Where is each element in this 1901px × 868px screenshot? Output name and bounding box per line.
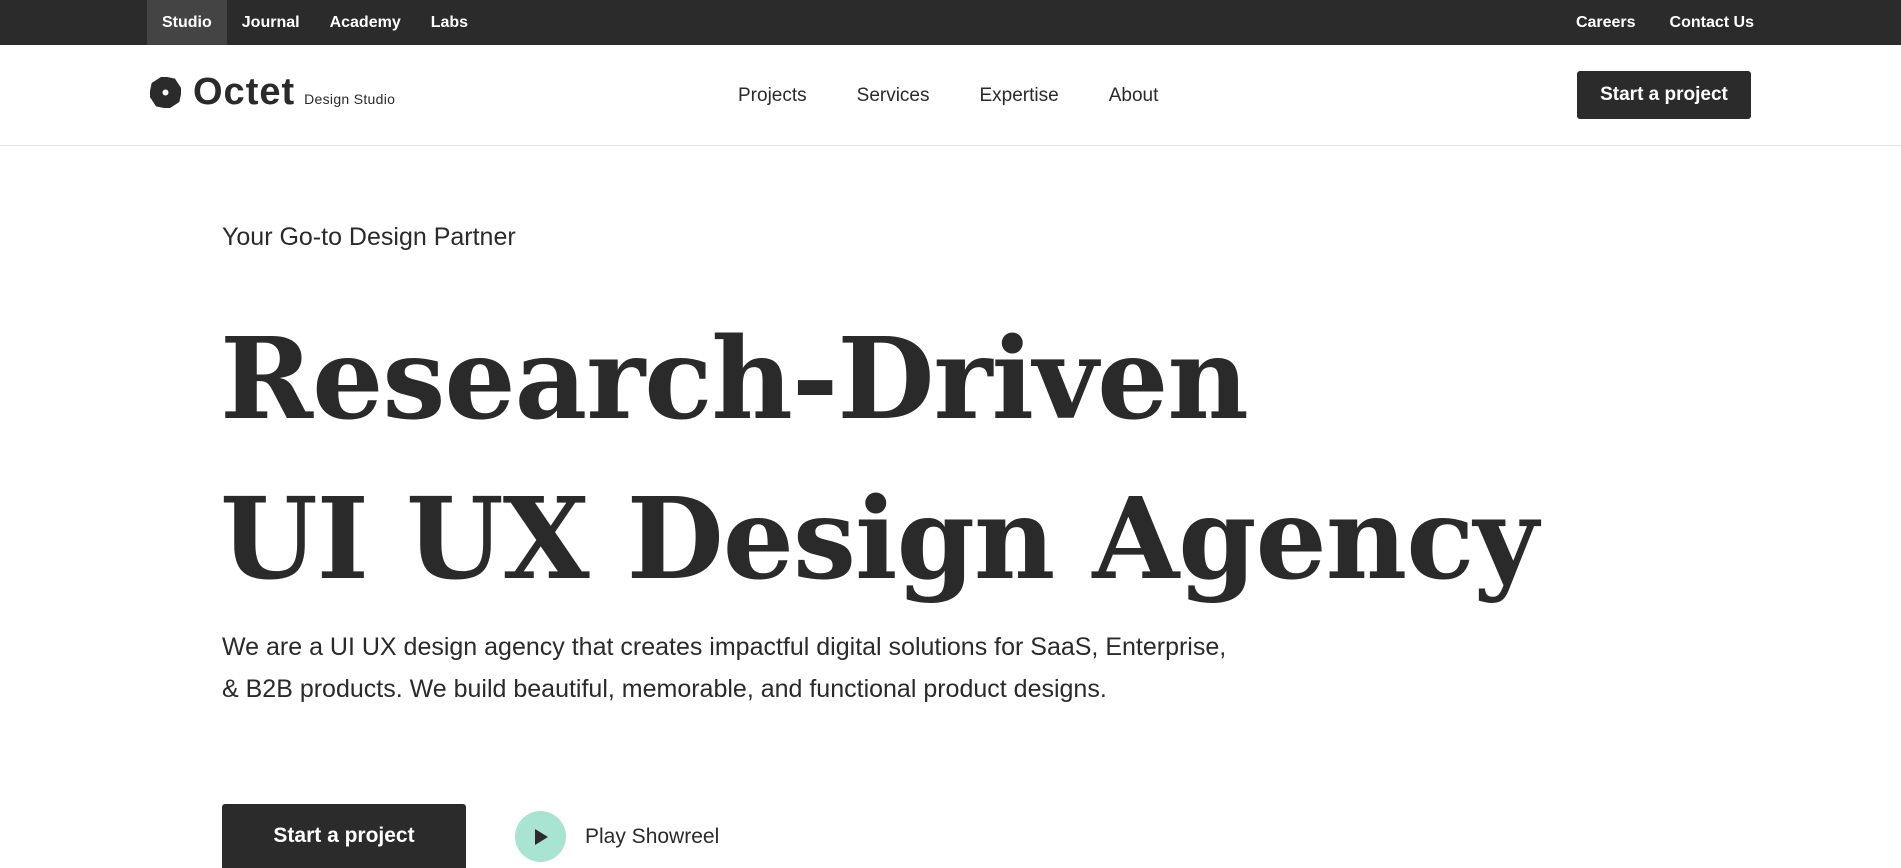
- play-showreel-label: Play Showreel: [585, 824, 720, 848]
- hero-headline-line-1: Research-Driven: [220, 314, 1249, 445]
- brand-subtitle: Design Studio: [304, 91, 396, 107]
- utility-link-contact-us[interactable]: Contact Us: [1636, 0, 1754, 45]
- nav-link-expertise[interactable]: Expertise: [980, 85, 1059, 107]
- hero-intro-text: We are a UI UX design agency that create…: [222, 633, 1227, 703]
- hero-headline-line-2: UI UX Design Agency: [220, 474, 1539, 605]
- hero-start-project-button[interactable]: Start a project: [222, 804, 466, 868]
- hero-headline: Research-Driven UI UX Design Agency: [220, 300, 1539, 620]
- play-icon: [534, 828, 548, 845]
- utility-nav-right: Careers Contact Us: [1542, 0, 1754, 45]
- main-nav: Projects Services Expertise About: [738, 45, 1208, 146]
- hero-eyebrow: Your Go-to Design Partner: [222, 223, 516, 251]
- utility-link-labs[interactable]: Labs: [416, 0, 483, 45]
- utility-link-journal[interactable]: Journal: [227, 0, 315, 45]
- play-circle: [515, 811, 566, 862]
- header-start-project-button[interactable]: Start a project: [1577, 71, 1751, 119]
- utility-nav-left: Studio Journal Academy Labs: [147, 0, 483, 45]
- utility-link-academy[interactable]: Academy: [315, 0, 416, 45]
- brand-logo-link[interactable]: Octet Design Studio: [150, 71, 396, 113]
- nav-link-about[interactable]: About: [1109, 85, 1159, 107]
- utility-bar: Studio Journal Academy Labs Careers Cont…: [0, 0, 1901, 45]
- brand-name: Octet: [193, 71, 296, 113]
- nav-link-services[interactable]: Services: [857, 85, 930, 107]
- nav-link-projects[interactable]: Projects: [738, 85, 807, 107]
- utility-link-studio[interactable]: Studio: [147, 0, 227, 45]
- utility-link-careers[interactable]: Careers: [1542, 0, 1636, 45]
- play-showreel-button[interactable]: Play Showreel: [515, 811, 719, 862]
- site-header: Octet Design Studio Projects Services Ex…: [0, 45, 1901, 146]
- octagon-logo-icon: [150, 77, 181, 108]
